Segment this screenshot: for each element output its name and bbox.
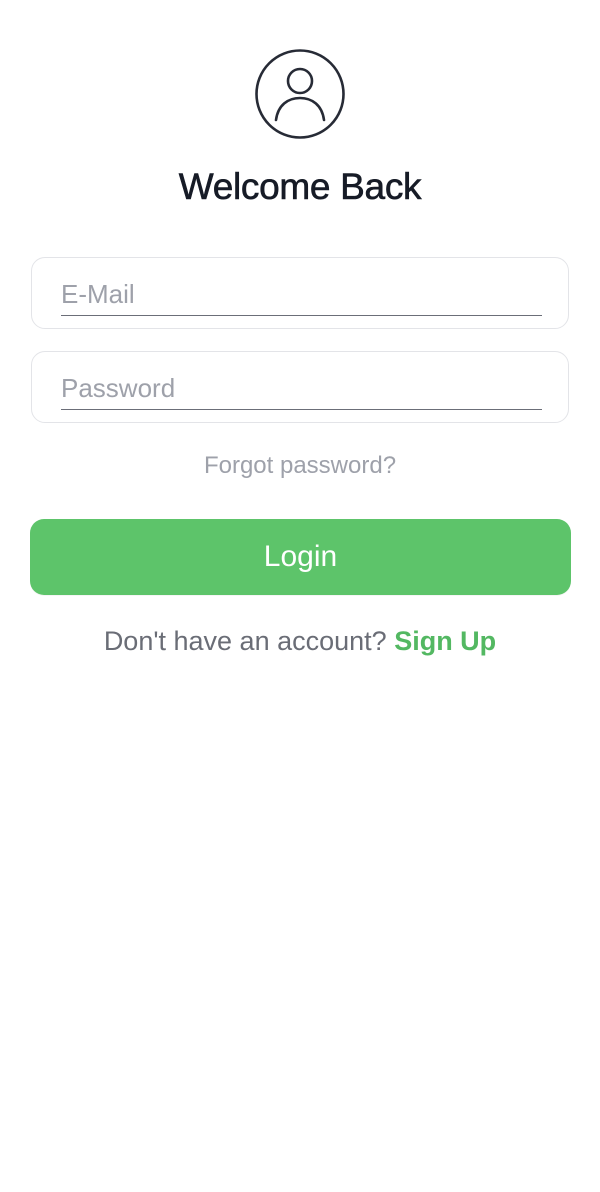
signup-link[interactable]: Sign Up [394, 626, 496, 656]
login-button[interactable]: Login [30, 519, 571, 595]
signup-row: Don't have an account? Sign Up [0, 626, 600, 657]
login-screen: Welcome Back Forgot password? Login Don'… [0, 0, 600, 1192]
signup-prompt: Don't have an account? [103, 626, 387, 656]
email-field-container [31, 257, 569, 329]
password-field-container [31, 351, 569, 423]
forgot-password-link[interactable]: Forgot password? [0, 452, 600, 480]
page-title: Welcome Back [178, 166, 422, 208]
user-avatar-icon [255, 49, 345, 139]
email-input[interactable] [61, 274, 542, 316]
password-input[interactable] [61, 368, 542, 410]
